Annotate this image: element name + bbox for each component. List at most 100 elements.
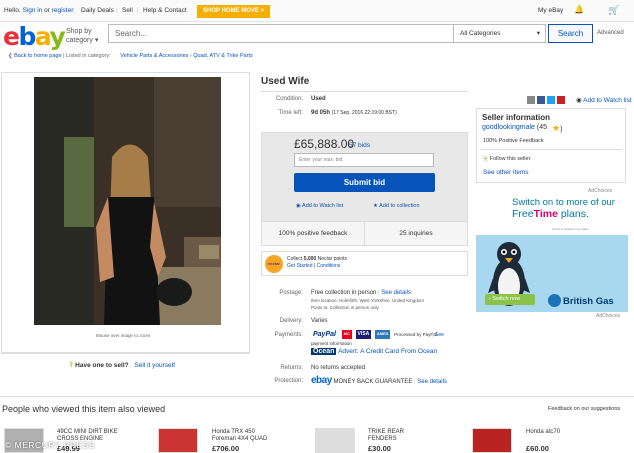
nectar-text: Collect 5,000 Nectar points Get Started … [287,256,348,269]
twitter-icon[interactable] [547,96,555,104]
sell-it-yourself-link[interactable]: Sell it yourself [134,362,174,369]
current-price: £65,888.00 [294,137,355,151]
inquiries-stat: 25 inquiries [365,221,467,245]
related-item-title[interactable]: Honda atc70 [526,429,560,436]
suggestions-feedback-link[interactable]: Feedback on our suggestions [548,406,620,412]
related-item-image[interactable] [315,428,355,453]
chevron-down-icon: ▾ [94,37,99,44]
protection-label: Protection: [274,378,303,384]
ad-line-1: Switch on to more of our [512,197,615,208]
postage-value: Free collection in person | See details [311,290,411,296]
search-input[interactable]: Search... [108,24,454,43]
back-arrow-icon: ❮ [8,53,13,59]
my-ebay-link[interactable]: My eBay [538,7,563,14]
british-gas-logo: British Gas [563,296,614,307]
breadcrumb-category-2[interactable]: Quad, ATV & Trike Parts [193,53,253,59]
seller-name[interactable]: goodlookingmale (45 [482,124,547,131]
positive-feedback-stat: 100% positive feedback [262,221,365,245]
mastercard-logo: MC [341,330,352,339]
payments-label: Payments: [274,332,303,338]
amex-logo: AMEX [374,330,391,339]
sell-link[interactable]: Sell [122,7,133,14]
ad-line-2: FreeTime plans. [512,208,589,220]
breadcrumb: ❮ Back to home page | Listed in category… [8,53,253,59]
seller-positive-feedback: 100% Positive Feedback [483,138,544,144]
related-item-price: £706.00 [212,444,240,453]
nectar-get-started-link[interactable]: Get Started [287,263,313,269]
related-item-price: £60.00 [526,444,549,453]
watchlist-header-link[interactable]: ◉ Add to Watch list [576,96,632,104]
item-location: Item location: Holmfirth, West Yorkshire… [311,298,424,303]
nectar-logo: nectar [265,255,283,273]
breadcrumb-category-1[interactable]: Vehicle Parts & Accessories [120,53,188,59]
chevron-right-icon: › [489,296,491,302]
eye-icon: ◉ [296,203,301,209]
register-link[interactable]: register [52,7,74,14]
switch-now-button[interactable]: › Switch now [485,294,535,305]
time-left-label: Time left: [278,110,303,116]
shop-by-category-button[interactable]: Shop by category ▾ [66,27,98,45]
share-icons [527,96,567,104]
separator: | [116,7,118,14]
search-button[interactable]: Search [548,24,593,43]
nectar-conditions-link[interactable]: Conditions [317,263,341,269]
bid-count-link[interactable]: 57 bids [349,142,370,149]
related-item-image[interactable] [158,428,198,453]
eye-icon: ◉ [576,97,582,104]
advanced-search-link[interactable]: Advanced [597,30,624,36]
related-item-image[interactable] [472,428,512,453]
related-item-title[interactable]: Honda TRX 450 Foreman 4X4 QUAD [212,429,267,443]
delivery-value: Varies [311,318,328,324]
signin-link[interactable]: Sign in [22,7,42,14]
category-select[interactable]: All Categories ▾ [453,24,546,43]
see-other-items-link[interactable]: See other items [483,169,529,176]
shop-home-move-banner[interactable]: SHOP HOME MOVE > [197,5,271,18]
postage-label: Postage: [279,290,303,296]
posts-to: Posts to: Collection in person only [311,305,379,310]
delivery-label: Delivery: [279,318,303,324]
adchoices-link[interactable]: AdChoices [596,313,620,319]
ebay-logo[interactable]: ebay [3,22,66,51]
submit-bid-button[interactable]: Submit bid [294,173,435,192]
ocean-advert[interactable]: Ocean Advert: A Credit Card From Ocean [311,348,437,355]
item-title: Used Wife [261,76,310,87]
separator: | [137,7,139,14]
add-to-watchlist-link[interactable]: ◉ Add to Watch list [296,203,343,209]
email-icon[interactable] [527,96,535,104]
postage-see-details-link[interactable]: See details [381,290,411,296]
returns-label: Returns: [280,365,303,371]
help-link[interactable]: Help & Contact [143,7,187,14]
ocean-logo: Ocean [311,348,337,355]
back-home-link[interactable]: Back to home page [14,53,61,59]
greeting-text: Hello. Sign in or register [4,7,74,14]
daily-deals-link[interactable]: Daily Deals [81,7,114,14]
payment-information-link[interactable]: payment information [311,341,352,346]
item-photo[interactable] [34,77,221,325]
follow-seller-button[interactable]: + Follow this seller [483,156,530,162]
facebook-icon[interactable] [537,96,545,104]
star-icon: ★) [552,123,563,133]
chevron-right-icon: › [189,53,192,59]
listed-in-label: | Listed in category: [63,53,111,59]
photo-credit-watermark: © MERCURY PRESS [5,440,95,450]
seller-info-heading: Seller information [482,113,551,122]
max-bid-input[interactable]: Enter your max. bid [294,153,434,167]
related-item-price: £30.00 [368,444,391,453]
paypal-logo: PayPal [313,331,336,338]
british-gas-flame-icon [548,294,561,307]
cart-icon[interactable]: 🛒 [608,5,619,16]
chevron-down-icon: ▾ [536,30,540,37]
condition-label: Condition: [275,96,303,102]
pinterest-icon[interactable] [557,96,565,104]
bell-icon[interactable]: 🔔 [574,5,584,14]
star-icon: ★ [373,203,378,209]
top-bar: Hello. Sign in or register | Daily Deals… [0,0,634,22]
tag-icon: ⚕ [69,360,74,369]
related-items-heading: People who viewed this item also viewed [2,404,166,414]
protection-see-details-link[interactable]: See details [417,379,447,385]
image-caption: Mouse over image to zoom [96,333,151,338]
related-item-title[interactable]: TRIKE REAR FENDERS [368,429,404,443]
ebay-small-logo: ebay [311,375,332,386]
add-to-collection-link[interactable]: ★ Add to collection [373,203,420,209]
payment-see-link[interactable]: See [435,332,444,338]
